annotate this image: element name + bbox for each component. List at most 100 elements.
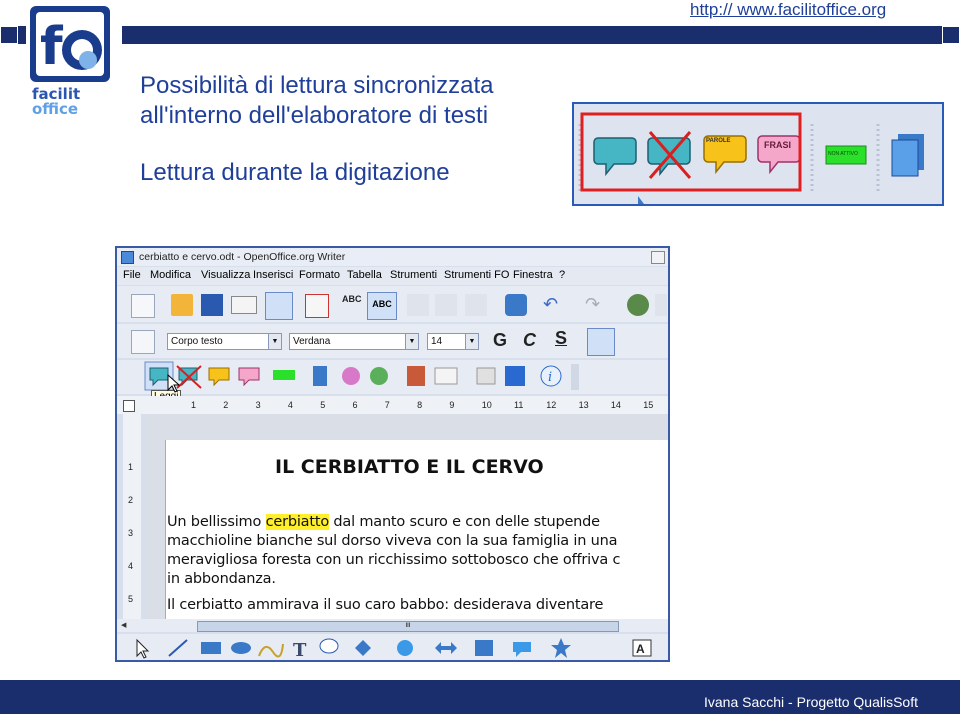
menu-visualizza[interactable]: Visualizza (201, 269, 250, 281)
bold-button[interactable]: G (493, 330, 507, 351)
ruler-mark: 8 (417, 400, 423, 410)
menu-file[interactable]: File (123, 269, 141, 281)
redo-icon[interactable]: ↷ (585, 294, 607, 316)
green-status-label: NON ATTIVO (828, 151, 858, 157)
save-icon[interactable] (201, 294, 223, 316)
svg-text:f: f (40, 17, 64, 77)
ruler-mark: 3 (255, 400, 261, 410)
paragraph-style-value: Corpo testo (171, 336, 223, 347)
format-paintbrush-icon[interactable] (505, 294, 527, 316)
scrollbar-grip: III (405, 623, 411, 629)
font-size-value: 14 (431, 336, 443, 347)
ruler-mark: 4 (128, 561, 134, 571)
new-document-icon[interactable] (131, 294, 155, 318)
words-balloon-label: PAROLE (706, 138, 731, 144)
menu-finestra[interactable]: Finestra (513, 269, 553, 281)
document-line-2: macchioline bianche sul dorso viveva con… (167, 533, 618, 549)
align-center-icon[interactable] (619, 330, 641, 352)
font-name-select[interactable]: Verdana ▼ (289, 333, 419, 350)
phrases-balloon-label: FRASI (764, 140, 791, 150)
document-line-4: in abbondanza. (167, 571, 276, 587)
autospellcheck-icon[interactable]: ABC (367, 292, 397, 320)
vertical-ruler: 1 2 3 4 5 (123, 414, 141, 619)
paste-icon[interactable] (465, 294, 487, 316)
ruler-mark: 3 (128, 528, 134, 538)
standard-toolbar: ABC ABC ↶ ↷ (117, 286, 668, 322)
zoomed-toolbar: PAROLE FRASI NON ATTIVO (572, 102, 944, 206)
menu-inserisci[interactable]: Inserisci (253, 269, 293, 281)
menu-formato[interactable]: Formato (299, 269, 340, 281)
table-icon[interactable] (655, 294, 667, 316)
svg-text:A: A (636, 642, 645, 656)
document-line-3: meravigliosa foresta con un ricchissimo … (167, 552, 621, 568)
doc-line1-start: Un bellissimo (167, 514, 266, 530)
ruler-mark: 6 (352, 400, 358, 410)
doc-line1-end: dal manto scuro e con delle stupende (329, 514, 600, 530)
ruler-mark: 15 (643, 400, 654, 410)
header-bar (0, 26, 960, 44)
ruler-mark: 5 (320, 400, 326, 410)
ruler-mark: 4 (287, 400, 293, 410)
horizontal-scrollbar[interactable]: ◀ III (117, 619, 668, 632)
ruler-mark: 1 (128, 462, 134, 472)
menu-modifica[interactable]: Modifica (150, 269, 191, 281)
drawing-toolbar: T A (117, 634, 668, 661)
underline-button[interactable]: S (555, 328, 567, 349)
footer-text: Ivana Sacchi - Progetto QualisSoft (704, 694, 918, 710)
document-line-1: Un bellissimo cerbiatto dal manto scuro … (167, 514, 600, 530)
spellcheck-icon[interactable]: ABC (342, 294, 362, 304)
chevron-down-icon: ▼ (465, 334, 478, 349)
align-left-icon[interactable] (587, 328, 615, 356)
window-title-bar: cerbiatto e cervo.odt - OpenOffice.org W… (117, 248, 668, 266)
undo-icon[interactable]: ↶ (543, 294, 565, 316)
cut-icon[interactable] (407, 294, 429, 316)
scrollbar-thumb[interactable]: III (197, 621, 619, 632)
window-control-icon[interactable] (651, 251, 665, 264)
ruler-mark: 2 (128, 495, 134, 505)
horizontal-ruler: 1 2 3 4 5 6 7 8 9 10 11 12 13 14 15 (117, 396, 668, 414)
header-square-left (0, 26, 18, 44)
menu-strumenti[interactable]: Strumenti (390, 269, 437, 281)
ruler-mark: 7 (384, 400, 390, 410)
svg-text:T: T (293, 640, 307, 661)
ruler-mark: 11 (514, 400, 524, 410)
export-pdf-icon[interactable] (305, 294, 329, 318)
document-line-5: Il cerbiatto ammirava il suo caro babbo:… (167, 597, 604, 613)
ruler-mark: 5 (128, 594, 134, 604)
tab-type-icon[interactable] (123, 400, 135, 412)
facilitoffice-toolbar: i (117, 360, 668, 394)
scroll-left-icon[interactable]: ◀ (121, 621, 126, 629)
formatting-toolbar: Corpo testo ▼ Verdana ▼ 14 ▼ G C S (117, 324, 668, 358)
menu-strumenti-fo[interactable]: Strumenti FO (444, 269, 509, 281)
svg-text:office: office (32, 100, 78, 118)
title-line-1: Possibilità di lettura sincronizzata (140, 72, 494, 99)
styles-icon[interactable] (131, 330, 155, 354)
facilitoffice-logo: f facilit office (26, 2, 122, 118)
website-url[interactable]: http:// www.facilitoffice.org (690, 0, 886, 20)
ruler-mark: 1 (191, 400, 197, 410)
open-folder-icon[interactable] (171, 294, 193, 316)
copy-icon[interactable] (435, 294, 457, 316)
menu-help[interactable]: ? (559, 269, 565, 281)
italic-button[interactable]: C (523, 330, 536, 351)
window-title: cerbiatto e cervo.odt - OpenOffice.org W… (139, 251, 346, 263)
chevron-down-icon: ▼ (405, 334, 418, 349)
ruler-mark: 13 (578, 400, 589, 410)
page-subtitle: Lettura durante la digitazione (140, 159, 450, 186)
title-line-2: all'interno dell'elaboratore di testi (140, 102, 489, 129)
font-name-value: Verdana (293, 336, 331, 347)
highlighted-word: cerbiatto (265, 514, 329, 530)
page-title: Possibilità di lettura sincronizzata all… (140, 71, 494, 131)
document-title: IL CERBIATTO E IL CERVO (275, 456, 544, 478)
menu-tabella[interactable]: Tabella (347, 269, 382, 281)
app-icon (121, 251, 134, 264)
ruler-mark: 9 (449, 400, 455, 410)
align-right-icon[interactable] (647, 330, 668, 352)
edit-file-icon[interactable] (265, 292, 293, 320)
writer-window: cerbiatto e cervo.odt - OpenOffice.org W… (115, 246, 670, 662)
navigator-icon[interactable] (627, 294, 649, 316)
email-icon[interactable] (231, 296, 257, 314)
font-size-select[interactable]: 14 ▼ (427, 333, 479, 350)
ruler-mark: 10 (481, 400, 492, 410)
paragraph-style-select[interactable]: Corpo testo ▼ (167, 333, 282, 350)
